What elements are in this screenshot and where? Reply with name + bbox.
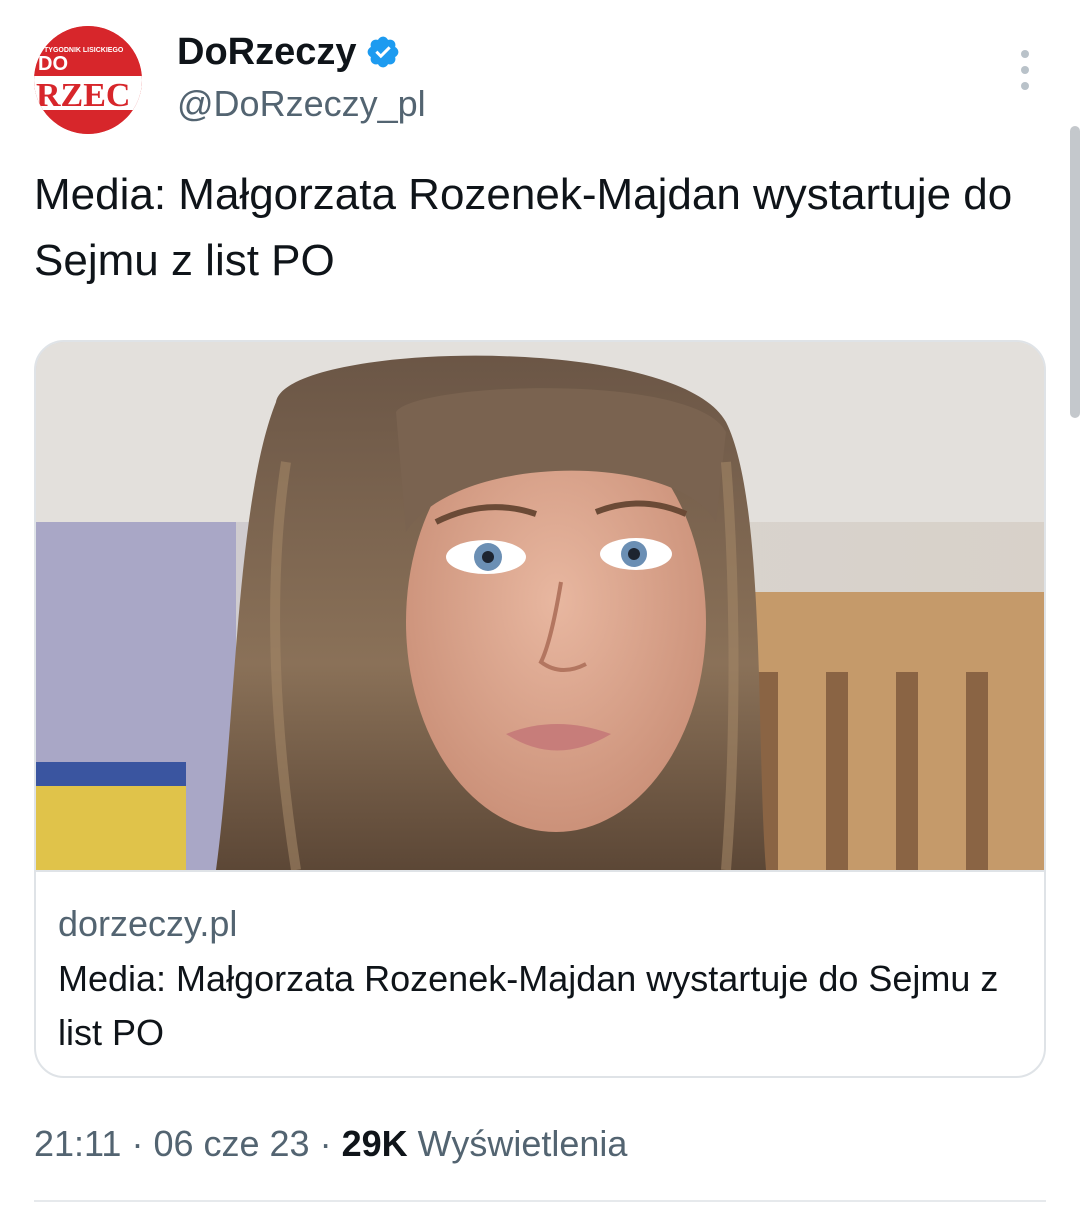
- views-label: Wyświetlenia: [417, 1123, 628, 1164]
- card-domain: dorzeczy.pl: [58, 903, 238, 944]
- author-display-name[interactable]: DoRzeczy: [177, 30, 357, 74]
- avatar-logo: TYGODNIK LISICKIEGO DO RZEC: [34, 26, 142, 134]
- avatar-text-mid: DO: [38, 53, 68, 75]
- more-vertical-icon[interactable]: [1010, 50, 1040, 90]
- tweet-header: TYGODNIK LISICKIEGO DO RZEC DoRzeczy @Do…: [34, 26, 1046, 134]
- tweet-date[interactable]: 06 cze 23: [153, 1123, 309, 1164]
- tweet-text: Media: Małgorzata Rozenek-Majdan wystart…: [34, 170, 1013, 285]
- views-count: 29K: [341, 1123, 408, 1164]
- verified-badge-icon: [365, 34, 401, 70]
- tweet-time[interactable]: 21:11: [34, 1123, 121, 1164]
- link-card[interactable]: dorzeczy.pl Media: Małgorzata Rozenek-Ma…: [34, 340, 1046, 1078]
- author-avatar[interactable]: TYGODNIK LISICKIEGO DO RZEC: [34, 26, 142, 134]
- tweet-meta: 21:11 · 06 cze 23 · 29K Wyświetlenia: [34, 1120, 627, 1168]
- card-footer: dorzeczy.pl Media: Małgorzata Rozenek-Ma…: [36, 870, 1044, 1076]
- divider: [34, 1200, 1046, 1202]
- card-photo: [36, 342, 1044, 871]
- avatar-text-main: RZEC: [36, 77, 130, 114]
- author-handle[interactable]: @DoRzeczy_pl: [177, 82, 426, 126]
- author-name-block: DoRzeczy @DoRzeczy_pl: [177, 30, 426, 126]
- meta-separator: ·: [319, 1123, 332, 1164]
- scrollbar[interactable]: [1070, 126, 1080, 418]
- meta-separator: ·: [131, 1123, 144, 1164]
- card-image[interactable]: [36, 342, 1044, 871]
- card-title: Media: Małgorzata Rozenek-Majdan wystart…: [58, 958, 999, 1053]
